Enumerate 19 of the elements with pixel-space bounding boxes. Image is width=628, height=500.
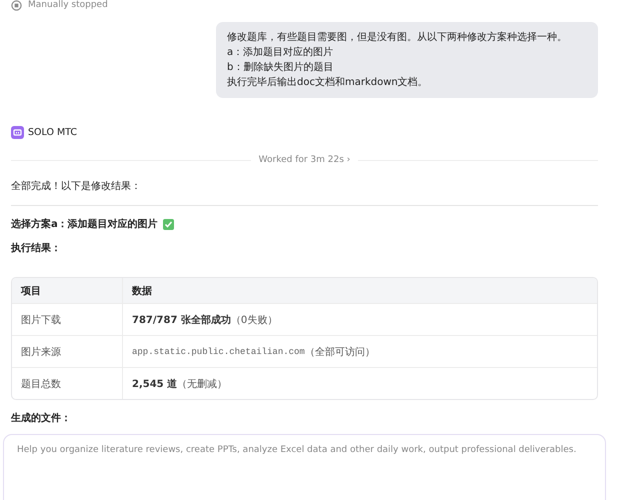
column-header: 数据: [130, 284, 153, 298]
table-cell: 题目总数: [12, 368, 123, 399]
agent-icon: [11, 126, 24, 139]
prompt-input[interactable]: Help you organize literature reviews, create PPTs, analyze Excel data and other daily work, output professional deliverables.: [4, 435, 605, 500]
result-heading: 执行结果：: [11, 242, 62, 255]
worked-toggle[interactable]: Worked for 3m 22s ›: [258, 155, 350, 165]
table-cell-text: 787/787 张全部成功（0失败）: [131, 314, 278, 328]
summary-text: 全部完成！以下是修改结果：: [11, 180, 142, 193]
stop-icon: [11, 0, 22, 10]
files-heading: 生成的文件：: [11, 412, 72, 425]
table-cell-text: app.static.public.chetailian.com（全部可访问）: [131, 346, 376, 360]
choice-heading: 选择方案a：添加题目对应的图片: [11, 217, 158, 231]
table-cell-text: 2,545 道（无删减）: [131, 378, 228, 392]
table-cell: 图片来源: [12, 336, 123, 367]
status-text: Manually stopped: [28, 0, 108, 10]
table-cell: 图片下载: [12, 304, 123, 335]
user-message: 修改题库，有些题目需要图，但是没有图。从以下两种修改方案种选择一种。 a：添加题目对应的图片 b：删除缺失图片的题目 执行完毕后输出doc文档和markdown文档。: [216, 22, 598, 98]
column-header: 项目: [12, 278, 123, 303]
agent-name: SOLO MTC: [28, 127, 78, 138]
